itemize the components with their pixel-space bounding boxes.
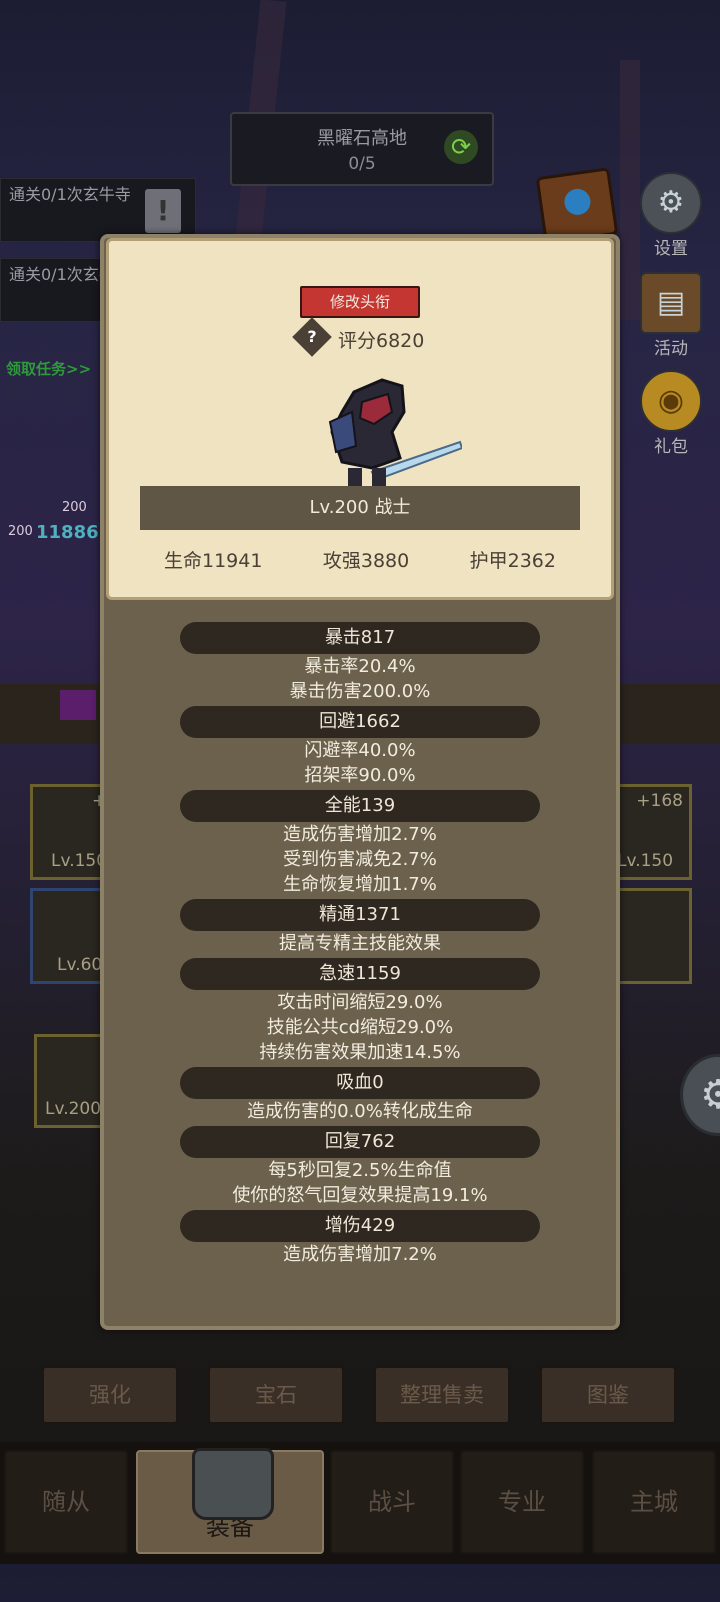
slot-level: Lv.150 xyxy=(51,851,108,871)
slot-level: Lv.150 xyxy=(617,851,674,871)
gift-pack-button[interactable]: ◉ 礼包 xyxy=(632,370,710,457)
stat-line: 造成伤害增加2.7% xyxy=(283,824,437,845)
purple-bar xyxy=(60,690,96,720)
core-stats: 生命11941 攻强3880 护甲2362 xyxy=(140,546,580,573)
stat-group-crit: 暴击817 暴击率20.4% 暴击伤害200.0% xyxy=(180,622,540,704)
help-icon[interactable]: ? xyxy=(292,317,332,357)
stat-line: 暴击率20.4% xyxy=(304,656,416,677)
stat-header: 暴击817 xyxy=(180,622,540,654)
events-label: 活动 xyxy=(654,339,688,359)
quest-text: 通关0/1次玄牛寺 xyxy=(9,185,131,204)
warrior-avatar xyxy=(328,378,462,488)
scroll-icon: ▤ xyxy=(640,272,702,334)
stat-header: 精通1371 xyxy=(180,899,540,931)
stat-group-versatility: 全能139 造成伤害增加2.7% 受到伤害减免2.7% 生命恢复增加1.7% xyxy=(180,790,540,897)
stat-header: 急速1159 xyxy=(180,958,540,990)
stat-line: 暴击伤害200.0% xyxy=(289,681,431,702)
events-button[interactable]: ▤ 活动 xyxy=(632,272,710,359)
nav-battle[interactable]: 战斗 xyxy=(330,1450,454,1554)
exclamation-icon: ! xyxy=(145,189,181,233)
gift-pack-label: 礼包 xyxy=(654,437,688,457)
settings-button[interactable]: ⚙ 设置 xyxy=(632,172,710,259)
stat-line: 攻击时间缩短29.0% xyxy=(277,992,443,1013)
stat-group-avoidance: 回避1662 闪避率40.0% 招架率90.0% xyxy=(180,706,540,788)
codex-button[interactable]: 图鉴 xyxy=(540,1366,676,1424)
stat-line: 造成伤害增加7.2% xyxy=(283,1244,437,1265)
level-tag: 200 xyxy=(8,524,33,539)
level-class-bar: Lv.200 战士 xyxy=(140,486,580,530)
score-text: 评分6820 xyxy=(338,330,425,352)
power-number: 11886 xyxy=(36,522,99,543)
claim-quest-link[interactable]: 领取任务>> xyxy=(6,358,91,379)
settings-label: 设置 xyxy=(654,239,688,259)
stat-header: 回避1662 xyxy=(180,706,540,738)
nav-profession[interactable]: 专业 xyxy=(460,1450,584,1554)
stat-line: 持续伤害效果加速14.5% xyxy=(259,1042,461,1063)
enhance-button[interactable]: 强化 xyxy=(42,1366,178,1424)
slot-level: Lv.60 xyxy=(57,955,103,975)
attack-stat: 攻强3880 xyxy=(322,550,410,572)
stat-line: 使你的怒气回复效果提高19.1% xyxy=(232,1185,488,1206)
health-stat: 生命11941 xyxy=(164,550,263,572)
stat-group-mastery: 精通1371 提高专精主技能效果 xyxy=(180,899,540,956)
secondary-stats-list: 暴击817 暴击率20.4% 暴击伤害200.0% 回避1662 闪避率40.0… xyxy=(180,620,540,1267)
nav-main-city[interactable]: 主城 xyxy=(592,1450,716,1554)
stat-group-lifesteal: 吸血0 造成伤害的0.0%转化成生命 xyxy=(180,1067,540,1124)
gift-icon: ◉ xyxy=(640,370,702,432)
edit-title-button[interactable]: 修改头衔 xyxy=(300,286,420,318)
stat-line: 造成伤害的0.0%转化成生命 xyxy=(247,1101,473,1122)
stat-header: 吸血0 xyxy=(180,1067,540,1099)
quest-item[interactable]: 通关0/1次玄牛寺 ! xyxy=(0,178,196,242)
stat-line: 闪避率40.0% xyxy=(304,740,416,761)
gear-icon[interactable]: ⚙ xyxy=(680,1054,720,1136)
gem-button[interactable]: 宝石 xyxy=(208,1366,344,1424)
stat-line: 技能公共cd缩短29.0% xyxy=(266,1017,454,1038)
stat-header: 增伤429 xyxy=(180,1210,540,1242)
stat-line: 受到伤害减免2.7% xyxy=(283,849,437,870)
stat-header: 回复762 xyxy=(180,1126,540,1158)
armor-icon xyxy=(192,1448,274,1520)
level-tag: 200 xyxy=(62,500,87,515)
stat-line: 提高专精主技能效果 xyxy=(279,933,441,954)
nav-companions[interactable]: 随从 xyxy=(4,1450,128,1554)
armor-stat: 护甲2362 xyxy=(469,550,556,572)
stat-line: 招架率90.0% xyxy=(304,765,416,786)
stat-group-haste: 急速1159 攻击时间缩短29.0% 技能公共cd缩短29.0% 持续伤害效果加… xyxy=(180,958,540,1065)
stat-group-damage-bonus: 增伤429 造成伤害增加7.2% xyxy=(180,1210,540,1267)
slot-level: Lv.200 xyxy=(45,1099,102,1119)
stat-line: 每5秒回复2.5%生命值 xyxy=(268,1160,452,1181)
gear-icon: ⚙ xyxy=(640,172,702,234)
zone-info[interactable]: 黑曜石高地 0/5 ⟳ xyxy=(230,112,494,186)
gem-icon xyxy=(562,187,593,217)
stat-line: 生命恢复增加1.7% xyxy=(283,874,437,895)
stat-header: 全能139 xyxy=(180,790,540,822)
sort-sell-button[interactable]: 整理售卖 xyxy=(374,1366,510,1424)
refresh-icon[interactable]: ⟳ xyxy=(444,130,478,164)
stat-group-regen: 回复762 每5秒回复2.5%生命值 使你的怒气回复效果提高19.1% xyxy=(180,1126,540,1208)
